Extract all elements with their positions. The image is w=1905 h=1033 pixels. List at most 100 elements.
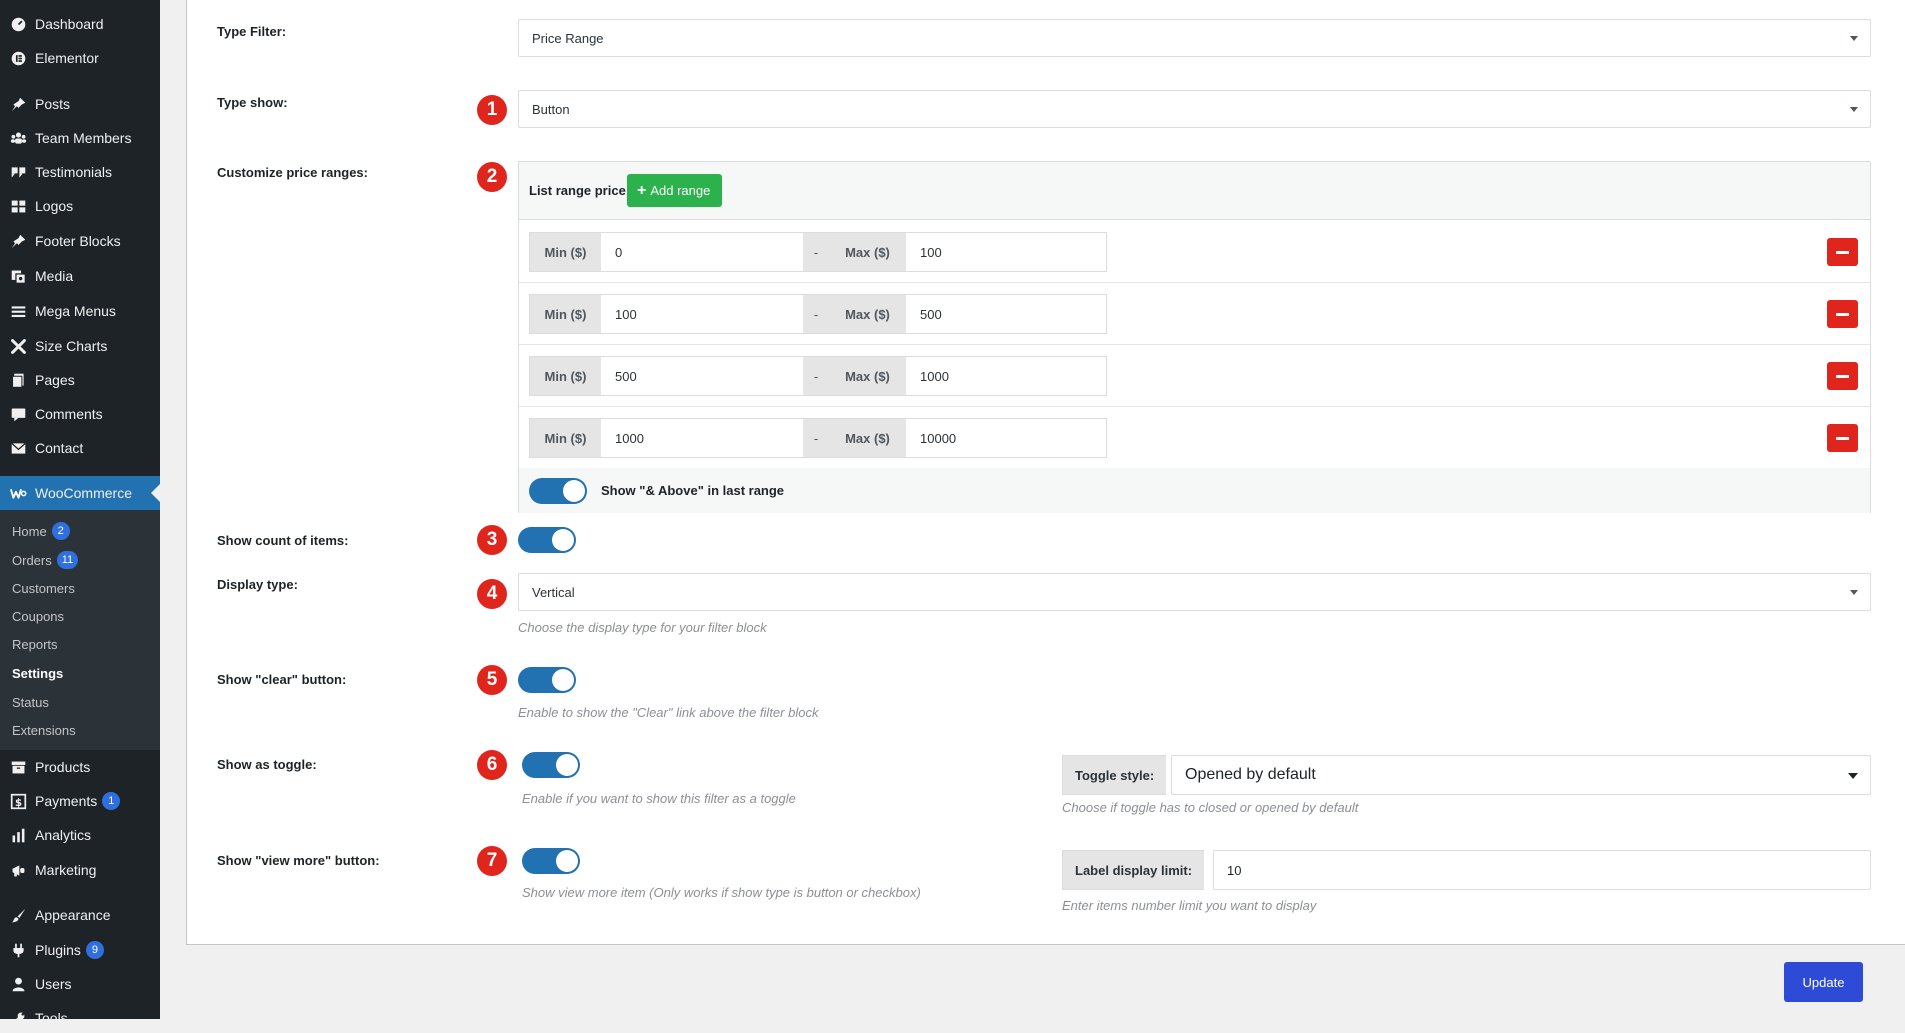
menu-label: Team Members — [35, 130, 132, 146]
label-limit-input[interactable]: 10 — [1213, 850, 1871, 890]
menu-users[interactable]: Users — [0, 969, 160, 999]
min-addon: Min ($) — [530, 419, 601, 457]
count-badge: 9 — [85, 941, 104, 959]
quote-icon — [8, 162, 28, 182]
menu-mega-menus[interactable]: Mega Menus — [0, 296, 160, 326]
show-toggle-label: Show as toggle: — [217, 757, 317, 772]
menu-analytics[interactable]: Analytics — [0, 820, 160, 850]
view-more-toggle[interactable] — [522, 848, 580, 874]
submenu-extensions[interactable]: Extensions — [0, 718, 160, 742]
remove-range-button[interactable] — [1827, 424, 1858, 452]
range-separator: - — [803, 233, 829, 271]
submenu-orders[interactable]: Orders 11 — [0, 548, 160, 572]
dollar-icon: $ — [8, 791, 28, 811]
remove-range-button[interactable] — [1827, 238, 1858, 266]
menu-payments[interactable]: $ Payments 1 — [0, 786, 160, 816]
menu-team-members[interactable]: Team Members — [0, 123, 160, 153]
menu-woocommerce[interactable]: WooCommerce — [0, 476, 160, 510]
max-input[interactable]: 500 — [906, 295, 1106, 333]
menu-label: Users — [35, 976, 72, 992]
display-type-select[interactable]: Vertical — [518, 573, 1871, 611]
min-input[interactable]: 500 — [601, 357, 803, 395]
price-range-row: Min ($) 100 - Max ($) 500 — [519, 283, 1870, 345]
plus-icon: + — [637, 181, 647, 199]
dashboard-icon — [8, 14, 28, 34]
show-above-row: Show "& Above" in last range — [519, 468, 1870, 513]
submenu-label: Coupons — [12, 608, 65, 624]
show-clear-label: Show "clear" button: — [217, 672, 347, 687]
label-limit-description: Enter items number limit you want to dis… — [1062, 898, 1317, 913]
minus-icon — [1836, 374, 1849, 378]
submenu-settings[interactable]: Settings — [0, 661, 160, 685]
menu-size-charts[interactable]: Size Charts — [0, 331, 160, 361]
menu-contact[interactable]: Contact — [0, 433, 160, 463]
max-input[interactable]: 1000 — [906, 357, 1106, 395]
range-separator: - — [803, 357, 829, 395]
select-value: Vertical — [532, 584, 575, 600]
menu-testimonials[interactable]: Testimonials — [0, 157, 160, 187]
megaphone-icon — [8, 860, 28, 880]
update-button[interactable]: Update — [1784, 962, 1863, 1002]
min-addon: Min ($) — [530, 233, 601, 271]
menu-tools[interactable]: Tools — [0, 1003, 160, 1033]
menu-plugins[interactable]: Plugins 9 — [0, 935, 160, 965]
menu-pages[interactable]: Pages — [0, 365, 160, 395]
pin-icon — [8, 231, 28, 251]
type-filter-select[interactable]: Price Range — [518, 19, 1871, 57]
min-input[interactable]: 100 — [601, 295, 803, 333]
brush-icon — [8, 905, 28, 925]
menu-marketing[interactable]: Marketing — [0, 855, 160, 885]
add-range-button[interactable]: + Add range — [627, 174, 723, 207]
menu-posts[interactable]: Posts — [0, 89, 160, 119]
step-badge: 2 — [477, 162, 507, 192]
submenu-coupons[interactable]: Coupons — [0, 604, 160, 628]
type-show-select[interactable]: Button — [518, 90, 1871, 128]
filter-settings-panel: Type Filter: Price Range Type show: 1 Bu… — [186, 0, 1905, 945]
min-input[interactable]: 0 — [601, 233, 803, 271]
type-show-label: Type show: — [217, 95, 288, 110]
min-input[interactable]: 1000 — [601, 419, 803, 457]
show-clear-description: Enable to show the "Clear" link above th… — [518, 705, 819, 720]
show-above-toggle[interactable] — [529, 478, 587, 504]
max-input[interactable]: 100 — [906, 233, 1106, 271]
chevron-down-icon — [1848, 773, 1858, 779]
show-count-toggle[interactable] — [518, 527, 576, 553]
remove-range-button[interactable] — [1827, 362, 1858, 390]
plug-icon — [8, 940, 28, 960]
menu-appearance[interactable]: Appearance — [0, 900, 160, 930]
show-clear-toggle[interactable] — [518, 667, 576, 693]
submenu-home[interactable]: Home 2 — [0, 519, 160, 543]
max-input[interactable]: 10000 — [906, 419, 1106, 457]
minus-icon — [1836, 436, 1849, 440]
submenu-status[interactable]: Status — [0, 690, 160, 714]
menu-logos[interactable]: Logos — [0, 191, 160, 221]
menu-label: Pages — [35, 372, 75, 388]
menu-elementor[interactable]: Elementor — [0, 43, 160, 73]
count-badge: 2 — [51, 522, 70, 540]
toggle-style-select[interactable]: Opened by default — [1171, 755, 1871, 795]
submenu-label: Extensions — [12, 722, 76, 738]
select-value: Opened by default — [1185, 766, 1316, 783]
menu-footer-blocks[interactable]: Footer Blocks — [0, 226, 160, 256]
menu-label: Media — [35, 268, 74, 284]
submenu-customers[interactable]: Customers — [0, 576, 160, 600]
menu-label: Testimonials — [35, 164, 113, 180]
select-value: Price Range — [532, 30, 604, 46]
menu-comments[interactable]: Comments — [0, 399, 160, 429]
menu-dashboard[interactable]: Dashboard — [0, 9, 160, 39]
step-badge: 1 — [477, 95, 507, 125]
bar-chart-icon — [8, 825, 28, 845]
submenu-label: Orders — [12, 552, 52, 568]
elementor-icon — [8, 48, 28, 68]
menu-products[interactable]: Products — [0, 752, 160, 782]
menu-lines-icon — [8, 301, 28, 321]
pages-icon — [8, 370, 28, 390]
show-as-toggle-switch[interactable] — [522, 752, 580, 778]
remove-range-button[interactable] — [1827, 300, 1858, 328]
view-more-description: Show view more item (Only works if show … — [522, 885, 921, 900]
pin-icon — [8, 94, 28, 114]
menu-media[interactable]: Media — [0, 261, 160, 291]
select-value: Button — [532, 101, 570, 117]
menu-label: Plugins — [35, 942, 81, 958]
submenu-reports[interactable]: Reports — [0, 632, 160, 656]
